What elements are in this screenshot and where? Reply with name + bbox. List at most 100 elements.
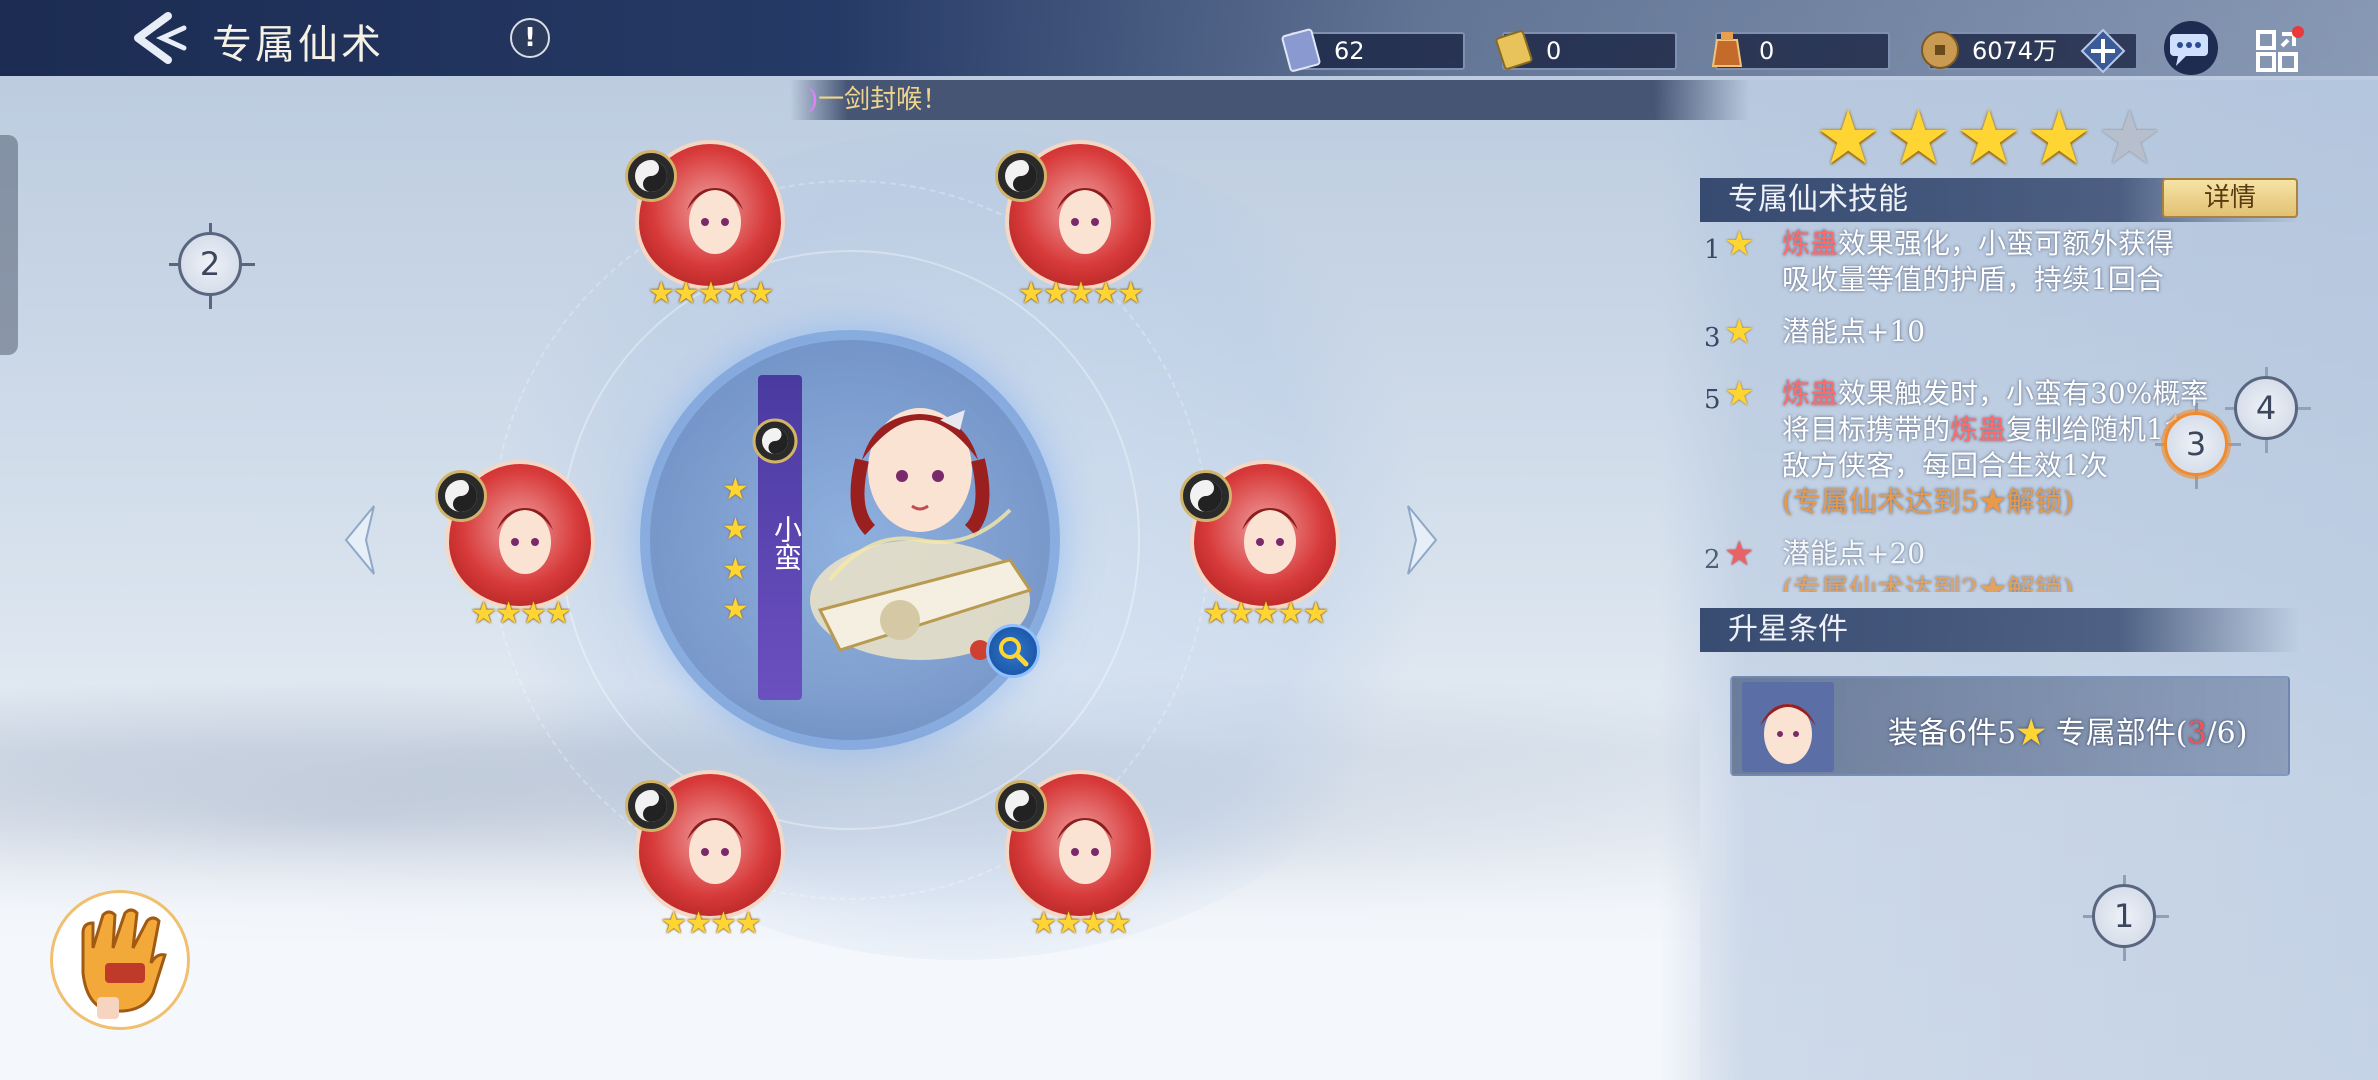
skill-keyword: 炼蛊 bbox=[1950, 413, 2007, 446]
back-button[interactable] bbox=[128, 10, 188, 66]
ticker-banner: )一剑封喉！ bbox=[790, 80, 1750, 120]
coin-icon bbox=[1921, 31, 1959, 69]
magnify-icon bbox=[999, 637, 1029, 667]
card-stars: ★★★★ bbox=[470, 596, 572, 631]
detail-button[interactable]: 详情 bbox=[2162, 178, 2298, 218]
character-card-left[interactable]: ★★★★ bbox=[435, 460, 605, 631]
character-card-bottom-left[interactable]: ★★★★ bbox=[625, 770, 795, 941]
character-card-top-left[interactable]: ★★★★★ bbox=[625, 140, 795, 311]
yin-yang-icon bbox=[995, 780, 1047, 832]
card-stars: ★★★★ bbox=[660, 906, 762, 941]
resource-scroll-value: 62 bbox=[1334, 37, 1365, 65]
condition-text: 装备6件5 bbox=[1888, 716, 2017, 751]
part-thumbnail bbox=[1742, 682, 1834, 772]
skill-level: 5 bbox=[1704, 385, 1721, 415]
resource-coin-value: 6074万 bbox=[1972, 37, 2058, 65]
character-card-bottom-right[interactable]: ★★★★ bbox=[995, 770, 1165, 941]
character-face-icon bbox=[1760, 704, 1816, 764]
resource-token-value: 0 bbox=[1546, 37, 1562, 65]
skill-lock-text: (专属仙术达到5★解锁) bbox=[1782, 485, 2074, 518]
chevron-right-icon bbox=[1407, 505, 1438, 575]
skill-text: 潜能点+10 bbox=[1782, 315, 1926, 348]
center-stars: ★ ★ ★ ★ bbox=[722, 470, 758, 630]
condition-current: 3 bbox=[2187, 716, 2207, 751]
upgrade-condition-row[interactable]: 装备6件5★ 专属部件(3/6) bbox=[1730, 676, 2290, 776]
skill-text: 吸收量等值的护盾，持续1回合 bbox=[1782, 263, 2164, 296]
yin-yang-icon bbox=[435, 470, 487, 522]
skill-row-2: 2 ★ 潜能点+20 (专属仙术达到2★解锁) bbox=[1704, 536, 2264, 592]
yin-yang-icon bbox=[995, 150, 1047, 202]
chat-button[interactable] bbox=[2160, 20, 2222, 76]
skill-keyword: 炼蛊 bbox=[1782, 377, 1839, 410]
star-icon: ★ bbox=[2026, 95, 2097, 181]
resource-token[interactable]: 0 bbox=[1495, 30, 1677, 70]
pouch-icon bbox=[1711, 32, 1743, 67]
back-arrow-icon bbox=[134, 12, 187, 64]
marker-4[interactable]: 4 bbox=[2225, 367, 2311, 453]
character-card-right[interactable]: ★★★★★ bbox=[1180, 460, 1350, 631]
prev-arrow[interactable] bbox=[338, 500, 382, 580]
glove-icon bbox=[81, 908, 167, 1019]
page-title: 专属仙术 bbox=[212, 22, 384, 68]
skill-lock-text: (专属仙术达到2★解锁) bbox=[1782, 573, 2074, 592]
marker-2[interactable]: 2 bbox=[169, 223, 255, 309]
star-icon: ★ bbox=[722, 472, 749, 507]
yin-yang-icon bbox=[1180, 470, 1232, 522]
skill-text: 将目标携带的 bbox=[1782, 413, 1951, 446]
info-icon[interactable]: ! bbox=[510, 18, 550, 58]
condition-text: 专属部件( bbox=[2046, 716, 2188, 751]
star-icon: ★ bbox=[722, 592, 749, 627]
star-icon: ★ bbox=[1724, 224, 1755, 264]
skill-level: 1 bbox=[1704, 235, 1721, 265]
chat-icon bbox=[2164, 21, 2218, 75]
card-stars: ★★★★★ bbox=[1017, 276, 1144, 311]
yin-yang-icon bbox=[625, 780, 677, 832]
skill-level: 2 bbox=[1704, 545, 1721, 575]
chevron-left-icon bbox=[344, 505, 375, 575]
star-icon: ★ bbox=[1724, 536, 1755, 574]
skill-level: 3 bbox=[1704, 323, 1721, 353]
star-icon: ★ bbox=[722, 512, 749, 547]
character-face-icon bbox=[1057, 818, 1113, 884]
card-stars: ★★★★★ bbox=[1202, 596, 1329, 631]
token-icon bbox=[1495, 30, 1533, 70]
star-empty-icon: ★ bbox=[2096, 95, 2167, 181]
card-stars: ★★★★ bbox=[1030, 906, 1132, 941]
ticker-prefix: ) bbox=[808, 85, 819, 115]
glove-event-button[interactable] bbox=[50, 890, 190, 1030]
star-icon: ★ bbox=[1815, 95, 1886, 181]
character-face-icon bbox=[1057, 188, 1113, 254]
star-icon: ★ bbox=[1885, 95, 1956, 181]
skill-text: 潜能点+20 bbox=[1782, 537, 1926, 570]
left-edge-tab[interactable] bbox=[0, 135, 18, 355]
resource-pouch[interactable]: 0 bbox=[1711, 32, 1890, 70]
skill-text: 效果强化，小蛮可额外获得 bbox=[1838, 227, 2175, 260]
ticker-text: 一剑封喉！ bbox=[818, 85, 949, 115]
character-face-icon bbox=[1242, 508, 1298, 574]
next-arrow[interactable] bbox=[1400, 500, 1444, 580]
upgrade-condition-text: 装备6件5★ 专属部件(3/6) bbox=[1888, 708, 2247, 752]
character-face-icon bbox=[687, 818, 743, 884]
marker-3[interactable]: 3 bbox=[2155, 403, 2241, 489]
star-icon: ★ bbox=[1724, 312, 1755, 352]
skill-text: 敌方侠客，每回合生效1次 bbox=[1782, 449, 2108, 482]
star-icon: ★ bbox=[1955, 95, 2027, 181]
yin-yang-icon bbox=[625, 150, 677, 202]
magnify-button[interactable] bbox=[986, 624, 1040, 678]
current-star-rating: ★★★★★ bbox=[1815, 95, 2167, 181]
condition-total: /6) bbox=[2206, 716, 2248, 751]
add-coin-button[interactable] bbox=[2080, 28, 2126, 74]
character-card-top-right[interactable]: ★★★★★ bbox=[995, 140, 1165, 311]
plus-icon bbox=[2080, 28, 2126, 74]
star-icon: ★ bbox=[722, 552, 749, 587]
scroll-icon bbox=[1281, 28, 1321, 72]
star-icon: ★ bbox=[1724, 374, 1755, 414]
resource-scroll[interactable]: 62 bbox=[1281, 28, 1465, 72]
menu-button[interactable] bbox=[2252, 24, 2308, 76]
marker-1[interactable]: 1 bbox=[2083, 875, 2169, 961]
star-icon: ★ bbox=[2016, 716, 2047, 751]
skill-keyword: 炼蛊 bbox=[1782, 227, 1839, 260]
character-face-icon bbox=[687, 188, 743, 254]
skill-row-3: 3 ★ 潜能点+10 bbox=[1704, 312, 2264, 353]
skill-text: 效果触发时，小蛮有30%概率 bbox=[1838, 377, 2209, 410]
